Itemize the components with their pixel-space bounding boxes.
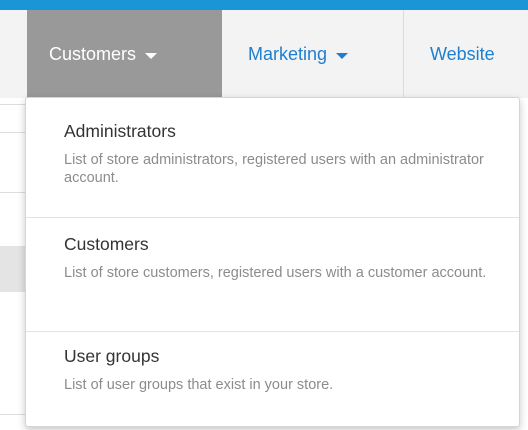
menu-divider xyxy=(26,217,519,218)
main-navbar: Customers Marketing Website xyxy=(0,10,528,98)
nav-tab-label: Website xyxy=(430,43,495,64)
nav-tab-label: Marketing xyxy=(248,43,328,64)
menu-divider xyxy=(26,331,519,332)
nav-tab-marketing[interactable]: Marketing xyxy=(222,10,404,98)
menu-item-title: Customers xyxy=(64,234,149,254)
caret-down-icon xyxy=(145,52,158,59)
nav-tab-label: Customers xyxy=(49,43,137,64)
top-accent-bar xyxy=(0,0,528,10)
menu-item-user-groups[interactable]: User groups List of user groups that exi… xyxy=(26,345,519,394)
caret-down-icon xyxy=(336,52,349,59)
menu-item-customers[interactable]: Customers List of store customers, regis… xyxy=(26,233,519,282)
menu-item-description: List of store customers, registered user… xyxy=(64,265,487,281)
menu-item-administrators[interactable]: Administrators List of store administrat… xyxy=(26,120,519,187)
nav-tab-customers[interactable]: Customers xyxy=(27,10,222,98)
menu-item-title: Administrators xyxy=(64,121,176,141)
menu-item-description: List of user groups that exist in your s… xyxy=(64,377,334,393)
menu-item-description: List of store administrators, registered… xyxy=(64,152,484,186)
nav-tab-website[interactable]: Website xyxy=(404,10,528,98)
customers-dropdown-menu: Administrators List of store administrat… xyxy=(25,97,520,427)
menu-item-title: User groups xyxy=(64,346,160,366)
